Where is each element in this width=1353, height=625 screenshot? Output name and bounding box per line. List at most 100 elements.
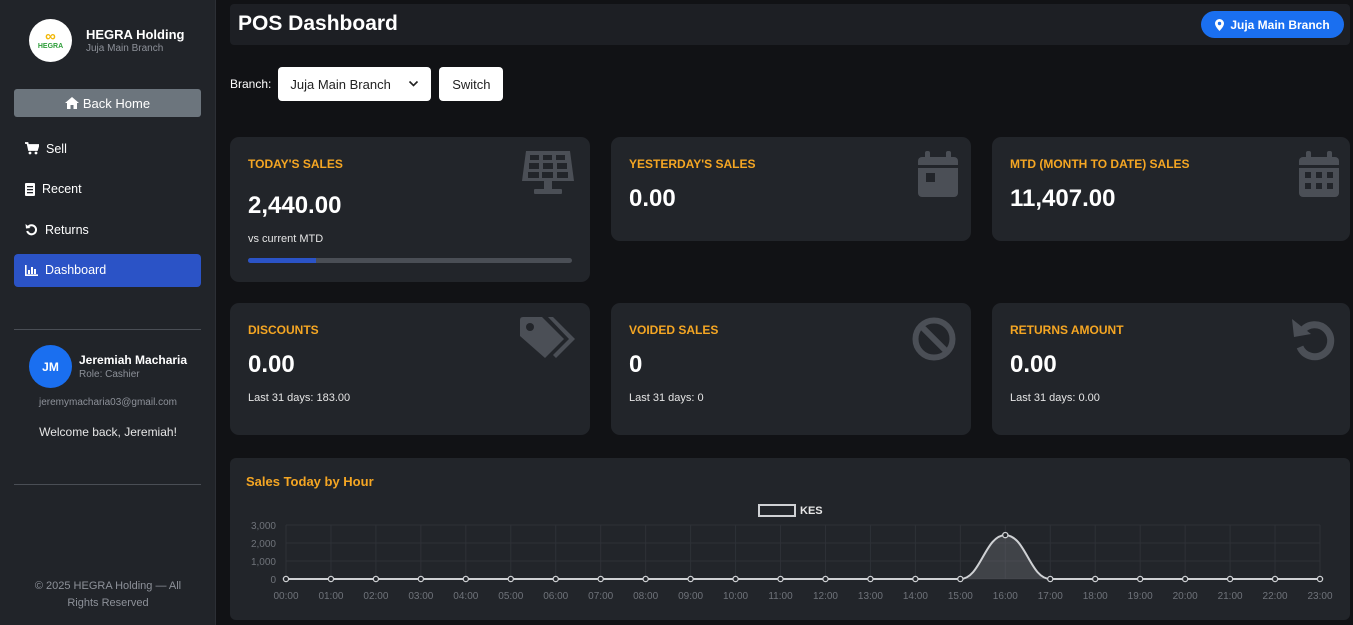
x-tick-label: 23:00 — [1307, 591, 1332, 602]
data-point — [777, 575, 784, 583]
data-point — [552, 575, 559, 583]
x-tick-label: 01:00 — [318, 591, 343, 602]
brand-name: HEGRA Holding — [86, 26, 185, 42]
back-home-label: Back Home — [82, 95, 151, 111]
sidebar-item-returns[interactable]: Returns — [14, 213, 201, 246]
card-returns-amount: RETURNS AMOUNT 0.00 Last 31 days: 0.00 — [992, 303, 1350, 435]
data-point — [372, 575, 380, 583]
card-title: MTD (MONTH TO DATE) SALES — [1010, 157, 1190, 171]
x-tick-label: 10:00 — [723, 591, 748, 602]
user-profile: JM Jeremiah Macharia Role: Cashier — [29, 345, 187, 388]
user-name: Jeremiah Macharia — [79, 352, 188, 367]
data-point — [1091, 575, 1099, 583]
brand: ∞ HEGRA HEGRA Holding Juja Main Branch — [29, 19, 184, 62]
card-title: RETURNS AMOUNT — [1010, 323, 1124, 337]
x-tick-label: 19:00 — [1128, 591, 1153, 602]
card-value: 0.00 — [1010, 351, 1057, 378]
location-pin-icon — [1215, 18, 1225, 31]
sidebar-item-label: Sell — [46, 141, 67, 156]
card-value: 2,440.00 — [248, 192, 342, 219]
x-tick-label: 21:00 — [1218, 591, 1243, 602]
card-mtd-sales: MTD (MONTH TO DATE) SALES 11,407.00 — [992, 137, 1350, 241]
data-point — [642, 575, 649, 583]
ban-icon — [912, 317, 956, 361]
card-subtext: Last 31 days: 183.00 — [248, 392, 351, 404]
data-point — [1181, 575, 1189, 583]
home-icon — [64, 97, 79, 109]
tags-icon — [520, 317, 575, 358]
brand-logo: ∞ HEGRA — [29, 19, 72, 62]
card-value: 0.00 — [629, 185, 676, 212]
card-subtext: vs current MTD — [248, 233, 324, 245]
data-point — [462, 575, 470, 583]
cart-icon — [25, 142, 39, 155]
x-tick-label: 03:00 — [408, 591, 433, 602]
card-title: VOIDED SALES — [629, 323, 719, 337]
data-point — [417, 575, 425, 583]
x-tick-label: 20:00 — [1173, 591, 1198, 602]
infinity-logo-icon: ∞ — [45, 28, 56, 45]
copyright: © 2025 HEGRA Holding — All Rights Reserv… — [34, 580, 182, 609]
branch-badge: Juja Main Branch — [1201, 11, 1344, 38]
chevron-down-icon — [409, 80, 419, 87]
data-point — [1002, 531, 1009, 539]
card-title: YESTERDAY'S SALES — [629, 157, 756, 171]
x-tick-label: 15:00 — [948, 591, 973, 602]
data-point — [327, 575, 335, 583]
x-tick-label: 12:00 — [813, 591, 838, 602]
card-discounts: DISCOUNTS 0.00 Last 31 days: 183.00 — [230, 303, 590, 435]
x-tick-label: 13:00 — [858, 591, 883, 602]
switch-branch-button[interactable]: Switch — [439, 67, 504, 101]
x-tick-label: 11:00 — [768, 591, 793, 602]
sidebar-item-label: Dashboard — [45, 263, 107, 277]
logo-text: HEGRA — [37, 43, 64, 50]
x-tick-label: 18:00 — [1083, 591, 1108, 602]
data-point — [957, 575, 964, 583]
back-home-button[interactable]: Back Home — [14, 89, 201, 117]
x-tick-label: 05:00 — [498, 591, 523, 602]
sidebar-item-label: Recent — [42, 182, 82, 196]
brand-branch: Juja Main Branch — [86, 42, 164, 54]
sidebar-item-dashboard[interactable]: Dashboard — [14, 253, 201, 287]
avatar: JM — [29, 345, 72, 388]
x-tick-label: 16:00 — [993, 591, 1018, 602]
series-line-kes — [285, 534, 1320, 580]
data-point — [822, 575, 829, 583]
card-subtext: Last 31 days: 0 — [629, 392, 704, 404]
sidebar-item-recent[interactable]: Recent — [14, 173, 201, 206]
branch-label: Branch: — [230, 77, 272, 91]
branch-select[interactable]: Juja Main Branch — [278, 67, 432, 101]
y-tick-label: 1,000 — [251, 557, 276, 568]
x-tick-label: 04:00 — [453, 591, 478, 602]
welcome-message: Welcome back, Jeremiah! — [39, 425, 177, 439]
legend-swatch — [758, 504, 796, 517]
sidebar-item-label: Returns — [45, 222, 89, 237]
card-title: TODAY'S SALES — [248, 157, 343, 171]
data-point — [687, 575, 694, 583]
sidebar-divider — [14, 329, 201, 330]
x-tick-label: 17:00 — [1038, 591, 1063, 602]
data-point — [507, 575, 515, 583]
x-tick-label: 08:00 — [633, 591, 658, 602]
undo-icon — [1292, 319, 1335, 361]
legend-label: KES — [800, 505, 823, 517]
data-point — [1136, 575, 1144, 583]
x-tick-label: 02:00 — [363, 591, 388, 602]
data-point — [912, 575, 919, 583]
card-value: 0 — [629, 351, 643, 378]
sidebar-item-sell[interactable]: Sell — [14, 132, 201, 165]
data-point — [867, 575, 874, 583]
mtd-progress-bar — [248, 258, 572, 263]
card-yesterdays-sales: YESTERDAY'S SALES 0.00 — [611, 137, 971, 241]
branch-badge-label: Juja Main Branch — [1230, 17, 1330, 32]
sidebar-nav: Sell Recent Returns Dashboard — [14, 132, 201, 294]
sales-by-hour-chart: Sales Today by Hour 0 1,000 2,000 3,000 00:0… — [230, 458, 1350, 620]
y-tick-label: 0 — [270, 575, 276, 586]
series-area-kes — [286, 535, 1320, 579]
bar-chart-icon — [25, 264, 38, 276]
user-email: jeremymacharia03@gmail.com — [39, 397, 177, 408]
card-title: DISCOUNTS — [248, 323, 319, 337]
undo-icon — [25, 224, 37, 236]
data-point — [1316, 575, 1324, 583]
cash-register-icon — [522, 151, 574, 194]
